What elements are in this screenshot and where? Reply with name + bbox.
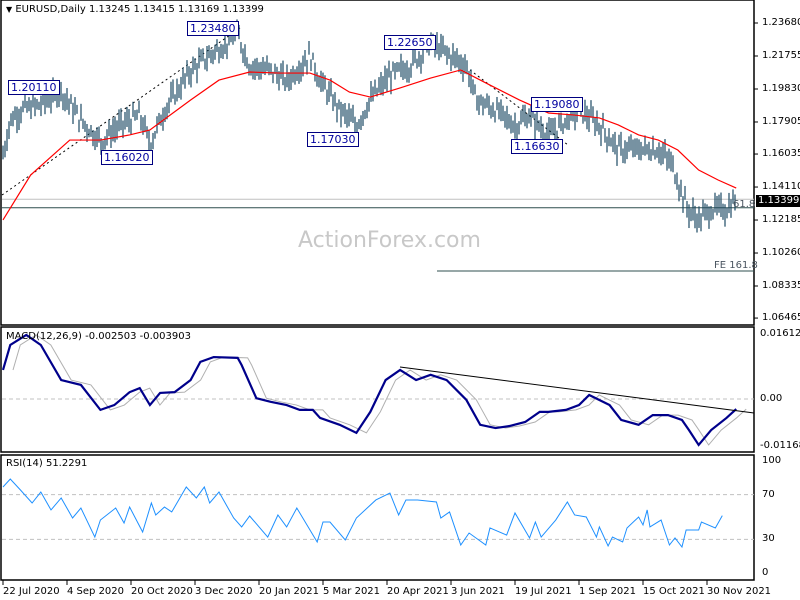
date-axis-label: 15 Oct 2021 xyxy=(643,586,705,597)
annotation-label: 1.20110 xyxy=(8,80,60,95)
date-axis-label: 20 Apr 2021 xyxy=(387,586,449,597)
date-axis-label: 3 Dec 2020 xyxy=(195,586,253,597)
date-axis-label: 22 Jul 2020 xyxy=(3,586,60,597)
fe-level-label: FE 161.8 xyxy=(714,260,758,271)
rsi-panel xyxy=(0,454,755,581)
macd-axis-label: -0.011681 xyxy=(760,440,800,451)
annotation-label: 1.23480 xyxy=(187,21,239,36)
collapse-triangle-icon[interactable]: ▼ xyxy=(6,5,12,14)
macd-axis-label: 0.016122 xyxy=(760,328,800,339)
price-axis-label: 1.12185 xyxy=(762,214,800,226)
date-axis-label: 19 Jul 2021 xyxy=(515,586,572,597)
rsi-axis-label: 0 xyxy=(762,567,769,578)
price-axis-label: 1.06465 xyxy=(762,312,800,324)
symbol-label: EURUSD,Daily xyxy=(15,4,86,15)
date-axis-label: 20 Oct 2020 xyxy=(131,586,193,597)
macd-panel xyxy=(0,326,755,453)
price-axis-label: 1.08335 xyxy=(762,280,800,291)
annotation-label: 1.17030 xyxy=(307,132,359,147)
date-axis-label: 20 Jan 2021 xyxy=(259,586,319,597)
date-axis-label: 30 Nov 2021 xyxy=(707,586,772,597)
annotation-label: 1.22650 xyxy=(384,35,436,50)
macd-signal-line xyxy=(12,334,747,446)
chart-window: ActionForex.com ▼ EURUSD,Daily 1.13245 1… xyxy=(0,0,800,600)
ohlc-values: 1.13245 1.13415 1.13169 1.13399 xyxy=(88,4,264,15)
rsi-axis-label: 70 xyxy=(762,488,775,500)
moving-average-line xyxy=(2,69,737,221)
chart-canvas xyxy=(0,0,758,585)
rsi-line xyxy=(2,478,723,549)
date-axis-label: 3 Jun 2021 xyxy=(451,586,505,597)
price-axis-label: 1.23680 xyxy=(762,17,800,28)
price-axis-label: 1.21755 xyxy=(762,49,800,61)
date-axis-label: 5 Mar 2021 xyxy=(323,586,381,597)
annotation-label: 1.16630 xyxy=(511,139,563,154)
date-axis-label: 1 Sep 2021 xyxy=(579,586,637,597)
rsi-axis-label: 100 xyxy=(762,455,782,466)
macd-axis-label: 0.00 xyxy=(760,393,783,404)
fib-level-label: 61.8 xyxy=(733,199,756,210)
price-axis-label: 1.17905 xyxy=(762,115,800,127)
rsi-title: RSI(14) 51.2291 xyxy=(6,458,88,469)
chart-header: ▼ EURUSD,Daily 1.13245 1.13415 1.13169 1… xyxy=(6,4,264,15)
price-axis-label: 1.10260 xyxy=(762,247,800,259)
current-price-tag: 1.13399 xyxy=(756,195,800,207)
annotation-label: 1.19080 xyxy=(531,97,583,112)
date-axis-label: 4 Sep 2020 xyxy=(67,586,125,597)
watermark: ActionForex.com xyxy=(298,228,481,253)
price-axis-label: 1.19830 xyxy=(762,82,800,94)
rsi-axis-label: 30 xyxy=(762,533,775,545)
macd-title: MACD(12,26,9) -0.002503 -0.003903 xyxy=(6,331,191,342)
price-axis-label: 1.16035 xyxy=(762,148,800,160)
price-axis-label: 1.14110 xyxy=(762,181,800,193)
annotation-label: 1.16020 xyxy=(101,150,153,165)
